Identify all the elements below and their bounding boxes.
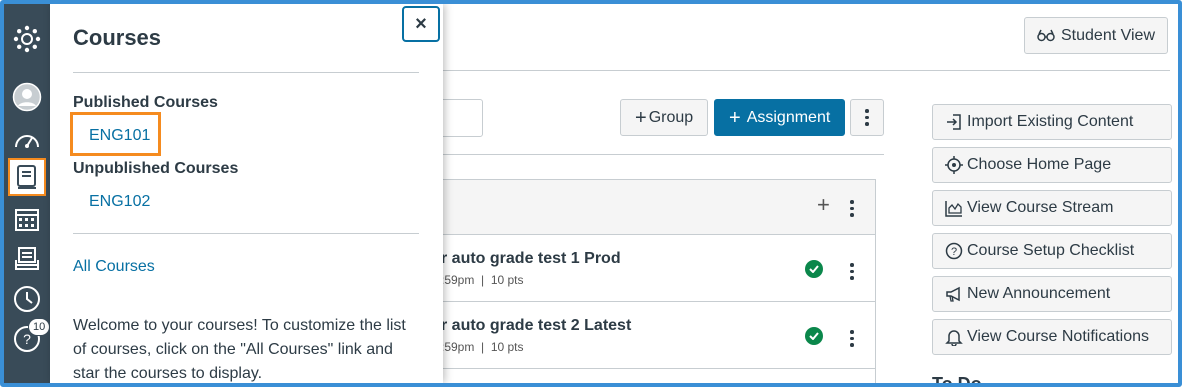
close-tray-button[interactable]: × — [402, 6, 440, 42]
new-announcement-button[interactable]: New Announcement — [932, 276, 1172, 312]
course-setup-checklist-button[interactable]: ? Course Setup Checklist — [932, 233, 1172, 269]
student-view-button[interactable]: Student View — [1024, 17, 1168, 54]
inbox-icon[interactable] — [8, 240, 46, 278]
import-content-button[interactable]: Import Existing Content — [932, 104, 1172, 140]
view-course-stream-label: View Course Stream — [967, 199, 1114, 216]
choose-home-page-label: Choose Home Page — [967, 156, 1112, 173]
app-window: ? 10 Student View + Group + Assignment + — [0, 0, 1182, 387]
global-nav: ? 10 — [4, 4, 51, 383]
all-courses-link[interactable]: All Courses — [73, 258, 155, 276]
module-kebab-icon[interactable] — [849, 200, 855, 217]
published-check-icon[interactable] — [805, 327, 823, 345]
toolbar-divider — [430, 154, 884, 155]
course-setup-checklist-label: Course Setup Checklist — [967, 242, 1135, 259]
assignment-row[interactable] — [430, 369, 876, 383]
courses-icon[interactable] — [8, 158, 46, 196]
plus-icon: + — [635, 106, 647, 129]
todo-heading: To Do — [932, 374, 982, 387]
calendar-icon[interactable] — [8, 200, 46, 238]
item-kebab-icon[interactable] — [849, 263, 855, 280]
account-icon[interactable] — [8, 78, 46, 116]
tray-divider — [73, 72, 419, 73]
tray-title: Courses — [73, 25, 162, 50]
more-options-button[interactable] — [850, 99, 884, 136]
add-item-icon[interactable]: + — [817, 194, 830, 216]
module-header: + — [430, 179, 876, 235]
group-label: Group — [648, 108, 694, 126]
view-course-stream-button[interactable]: View Course Stream — [932, 190, 1172, 226]
tray-divider — [73, 233, 419, 234]
item-kebab-icon[interactable] — [849, 330, 855, 347]
add-group-button[interactable]: + Group — [620, 99, 709, 136]
assignment-meta: :59pm | 10 pts — [441, 273, 524, 287]
question-icon: ? — [945, 242, 963, 260]
assignment-row[interactable]: r auto grade test 2 Latest :59pm | 10 pt… — [430, 302, 876, 369]
import-content-label: Import Existing Content — [967, 113, 1134, 130]
published-check-icon[interactable] — [805, 260, 823, 278]
new-announcement-label: New Announcement — [967, 285, 1111, 302]
help-badge: 10 — [28, 318, 51, 336]
plus-icon: + — [729, 106, 741, 129]
close-icon: × — [415, 12, 427, 35]
dashboard-icon[interactable] — [8, 120, 46, 158]
student-view-label: Student View — [1061, 26, 1155, 44]
bell-icon — [945, 330, 963, 346]
stream-chart-icon — [945, 201, 962, 217]
import-icon — [947, 114, 961, 130]
assignment-title[interactable]: r auto grade test 2 Latest — [441, 317, 631, 335]
canvas-logo-icon[interactable] — [8, 20, 46, 58]
course-link-eng102[interactable]: ENG102 — [89, 193, 150, 211]
assignment-label: Assignment — [746, 108, 831, 126]
kebab-icon — [864, 109, 870, 126]
unpublished-courses-heading: Unpublished Courses — [73, 160, 239, 177]
glasses-icon — [1037, 29, 1055, 41]
choose-home-page-button[interactable]: Choose Home Page — [932, 147, 1172, 183]
view-course-notifications-button[interactable]: View Course Notifications — [932, 319, 1172, 355]
courses-tray: Courses × Published Courses ENG101 Unpub… — [50, 4, 443, 383]
help-icon[interactable]: ? 10 — [8, 318, 51, 358]
assignment-meta: :59pm | 10 pts — [441, 340, 524, 354]
svg-text:?: ? — [951, 246, 957, 258]
course-link-eng101[interactable]: ENG101 — [89, 127, 150, 145]
target-icon — [945, 156, 963, 174]
view-course-notifications-label: View Course Notifications — [967, 328, 1150, 345]
welcome-text: Welcome to your courses! To customize th… — [73, 317, 406, 382]
add-assignment-button[interactable]: + Assignment — [714, 99, 846, 136]
history-icon[interactable] — [8, 280, 46, 318]
megaphone-icon — [946, 286, 960, 302]
published-courses-heading: Published Courses — [73, 94, 218, 111]
assignment-row[interactable]: r auto grade test 1 Prod :59pm | 10 pts — [430, 235, 876, 302]
assignment-title[interactable]: r auto grade test 1 Prod — [441, 250, 621, 268]
